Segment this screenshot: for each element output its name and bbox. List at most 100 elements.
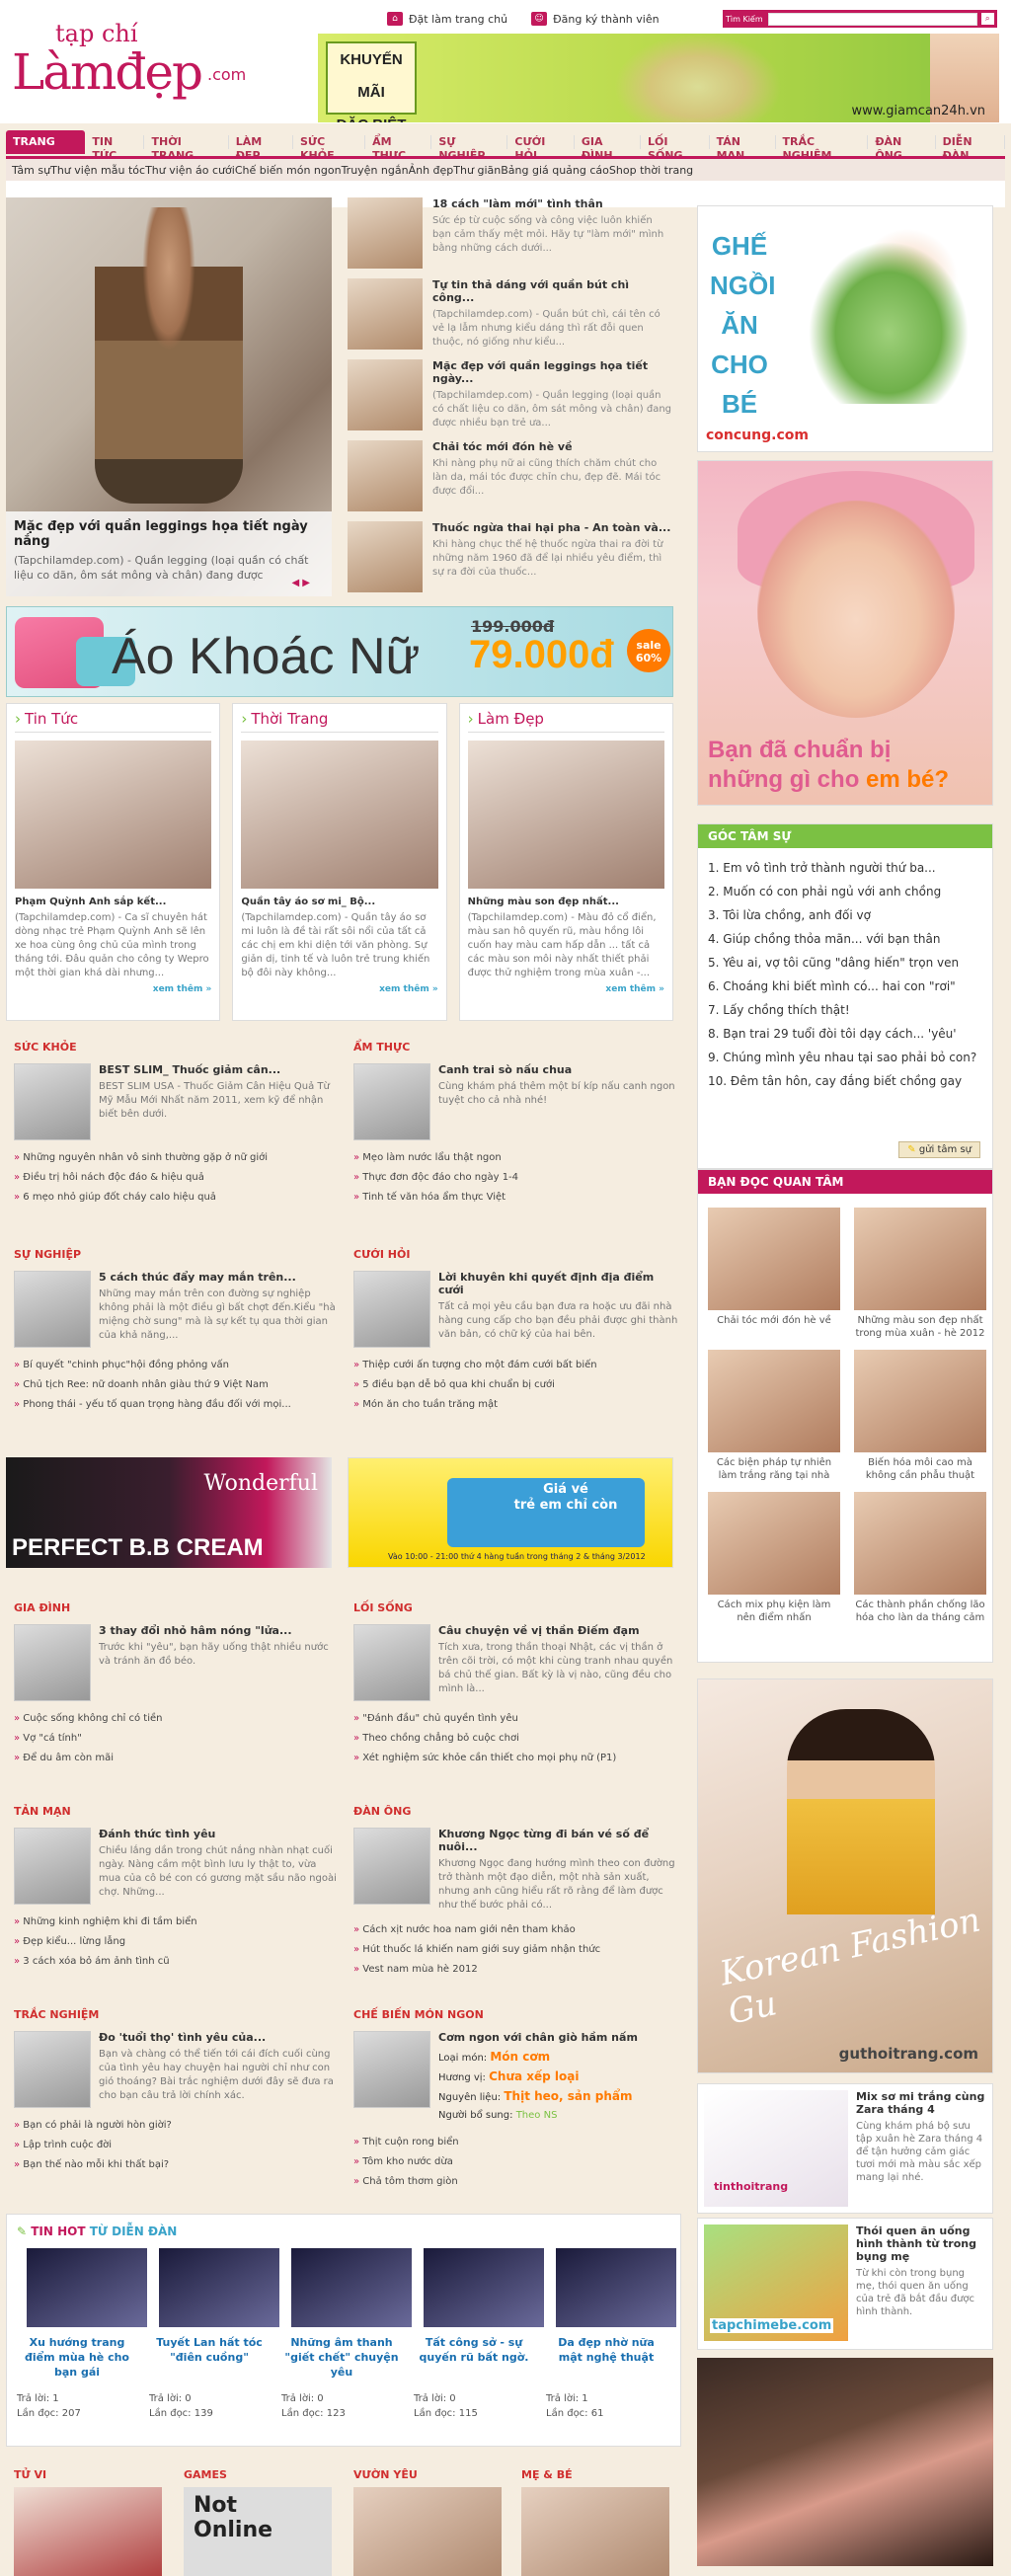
category-link[interactable]: Vợ "cá tính" xyxy=(14,1729,340,1749)
forum-item[interactable]: Xu hướng trang điểm mùa hè cho bạn gái Tr… xyxy=(17,2248,147,2421)
read-more-link[interactable]: xem thêm » xyxy=(468,984,664,994)
reader-interest-item[interactable]: Biến hóa môi cao mà không cần phẫu thuật xyxy=(854,1350,986,1482)
baby-ad[interactable]: Bạn đã chuẩn bị những gì cho em bé? xyxy=(697,460,993,806)
category-heading[interactable]: TẢN MẠN xyxy=(14,1805,340,1818)
category-thumb[interactable] xyxy=(353,1271,430,1348)
confession-link[interactable]: 8. Bạn trai 29 tuổi đòi tôi dạy cách... … xyxy=(708,1022,982,1046)
subnav-link[interactable]: Tâm sự xyxy=(12,164,50,177)
subnav-link[interactable]: Thư viện áo cưới xyxy=(145,164,235,177)
nav-tab[interactable]: LÀM ĐẸP xyxy=(229,135,293,162)
category-thumb[interactable] xyxy=(14,1624,91,1701)
category-thumb[interactable] xyxy=(14,1063,91,1140)
subnav-link[interactable]: Truyện ngắn xyxy=(342,164,409,177)
category-heading[interactable]: ĐÀN ÔNG xyxy=(353,1805,679,1818)
category-heading[interactable]: LỐI SỐNG xyxy=(353,1601,679,1614)
category-thumb[interactable] xyxy=(14,2031,91,2108)
category-card-heading[interactable]: › Tin Tức xyxy=(15,710,212,733)
category-article-title[interactable]: Lời khuyên khi quyết định địa điểm cưới xyxy=(438,1271,679,1296)
promo-mebe[interactable]: tapchimebe.com Thói quen ăn uống hình th… xyxy=(697,2218,993,2350)
subnav-link[interactable]: Bảng giá quảng cáo xyxy=(501,164,609,177)
nav-tab[interactable]: CƯỚI HỎI xyxy=(507,135,575,162)
category-link[interactable]: Món ăn cho tuần trăng mật xyxy=(353,1395,679,1415)
forum-item[interactable]: Những âm thanh "giết chết" chuyện yêu Trả… xyxy=(281,2248,412,2421)
category-heading[interactable]: ẨM THỰC xyxy=(353,1041,679,1054)
category-link[interactable]: Chủ tịch Ree: nữ doanh nhân giàu thứ 9 V… xyxy=(14,1375,340,1395)
featured-article[interactable]: Mặc đẹp với quần leggings họa tiết ngày … xyxy=(6,197,332,596)
category-thumb[interactable] xyxy=(14,1271,91,1348)
category-link[interactable]: Mẹo làm nước lẩu thật ngon xyxy=(353,1148,679,1168)
nav-tab[interactable]: SỰ NGHIỆP xyxy=(431,135,508,162)
subnav-link[interactable]: Ảnh đẹp xyxy=(409,164,454,177)
nav-tab[interactable]: TÁN MẠN xyxy=(710,135,776,162)
category-link[interactable]: Tôm kho nước dừa xyxy=(353,2152,679,2172)
subnav-link[interactable]: Thư giãn xyxy=(453,164,501,177)
news-item[interactable]: Thuốc ngừa thai hại pha - An toàn và... K… xyxy=(348,521,673,600)
category-link[interactable]: Những nguyên nhân vô sinh thường gặp ở n… xyxy=(14,1148,340,1168)
bottom-vuonyeu[interactable]: VƯỜN YÊU xyxy=(353,2468,511,2576)
category-link[interactable]: Bạn thế nào mỗi khi thất bại? xyxy=(14,2155,340,2175)
confession-link[interactable]: 5. Yêu ai, vợ tôi cũng "dâng hiến" trọn … xyxy=(708,951,982,975)
forum-item[interactable]: Tuyết Lan hất tóc "điên cuồng" Trả lời: 0… xyxy=(149,2248,279,2421)
category-card-image[interactable] xyxy=(467,741,664,889)
category-article-title[interactable]: BEST SLIM_ Thuốc giảm cân... xyxy=(99,1063,340,1076)
bottom-games[interactable]: GAMES Not Online xyxy=(184,2468,342,2576)
reader-interest-item[interactable]: Những màu son đẹp nhất trong mùa xuân - … xyxy=(854,1208,986,1340)
category-heading[interactable]: CHẾ BIẾN MÓN NGON xyxy=(353,2008,679,2021)
news-item[interactable]: Chải tóc mới đón hè về Khi nàng phụ nữ ai… xyxy=(348,440,673,519)
category-card-heading[interactable]: › Làm Đẹp xyxy=(467,710,664,733)
category-thumb[interactable] xyxy=(353,1624,430,1701)
category-link[interactable]: Phong thái - yếu tố quan trọng hàng đầu … xyxy=(14,1395,340,1415)
category-thumb[interactable] xyxy=(14,1828,91,1905)
category-article-title[interactable]: Cơm ngon với chân giò hầm nấm xyxy=(438,2031,638,2044)
category-heading[interactable]: TRẮC NGHIỆM xyxy=(14,2008,340,2021)
category-link[interactable]: Để du âm còn mãi xyxy=(14,1749,340,1768)
reader-interest-item[interactable]: Chải tóc mới đón hè về xyxy=(708,1208,840,1340)
category-link[interactable]: Cuộc sống không chỉ có tiền xyxy=(14,1709,340,1729)
category-link[interactable]: Bí quyết "chinh phục"hội đồng phỏng vấn xyxy=(14,1356,340,1375)
send-confession-button[interactable]: ✎ gửi tâm sự xyxy=(898,1141,980,1158)
category-thumb[interactable] xyxy=(353,1828,430,1905)
confession-link[interactable]: 6. Choáng khi biết mình có... hai con "r… xyxy=(708,975,982,998)
confession-link[interactable]: 10. Đêm tân hôn, cay đắng biết chồng gay xyxy=(708,1069,982,1093)
nav-tab[interactable]: TRANG CHỦ xyxy=(6,130,86,172)
reader-interest-item[interactable]: Các biện pháp tự nhiên làm trắng răng tạ… xyxy=(708,1350,840,1482)
category-card-article-title[interactable]: Quần tây áo sơ mi_ Bộ... xyxy=(241,897,437,907)
confession-link[interactable]: 9. Chúng mình yêu nhau tại sao phải bỏ c… xyxy=(708,1046,982,1069)
category-link[interactable]: Hút thuốc lá khiến nam giới suy giảm nhậ… xyxy=(353,1940,679,1960)
category-link[interactable]: Cách xịt nước hoa nam giới nên tham khảo xyxy=(353,1920,679,1940)
nav-tab[interactable]: ĐÀN ÔNG xyxy=(868,135,936,162)
category-link[interactable]: Theo chồng chẳng bỏ cuộc chơi xyxy=(353,1729,679,1749)
category-card-image[interactable] xyxy=(15,741,212,889)
bbcream-banner-ad[interactable]: Wonderful PERFECT B.B CREAM xyxy=(6,1457,332,1568)
nav-tab[interactable]: TRẮC NGHIỆM xyxy=(776,135,869,162)
nav-tab[interactable]: TIN TỨC xyxy=(85,135,145,162)
confession-link[interactable]: 3. Tôi lừa chồng, anh đối vợ xyxy=(708,903,982,927)
category-heading[interactable]: CƯỚI HỎI xyxy=(353,1248,679,1261)
category-card-image[interactable] xyxy=(241,741,438,889)
category-link[interactable]: 3 cách xóa bỏ ám ảnh tình cũ xyxy=(14,1952,340,1972)
subnav-link[interactable]: Shop thời trang xyxy=(609,164,693,177)
read-more-link[interactable]: xem thêm » xyxy=(15,984,212,994)
site-logo[interactable]: tạp chí Làmđẹp .com xyxy=(12,18,259,101)
nav-tab[interactable]: SỨC KHỎE xyxy=(293,135,366,162)
bottom-mebe[interactable]: MẸ & BÉ xyxy=(521,2468,679,2576)
confession-link[interactable]: 2. Muốn có con phải ngủ với anh chồng xyxy=(708,880,982,903)
category-link[interactable]: Lập trình cuộc đời xyxy=(14,2136,340,2155)
register-link[interactable]: ☺ Đăng ký thành viên xyxy=(531,12,660,26)
category-article-title[interactable]: Đánh thức tình yêu xyxy=(99,1828,340,1840)
category-link[interactable]: Thịt cuộn rong biển xyxy=(353,2133,679,2152)
category-link[interactable]: Những kinh nghiệm khi đi tầm biển xyxy=(14,1912,340,1932)
bottom-tuvi[interactable]: TỬ VI xyxy=(14,2468,172,2576)
slider-arrows[interactable]: ◀ ▶ xyxy=(291,578,310,588)
subnav-link[interactable]: Thư viện mẫu tóc xyxy=(50,164,145,177)
news-item[interactable]: Tự tin thả dáng với quần bút chì công...… xyxy=(348,278,673,357)
category-article-title[interactable]: Khương Ngọc từng đi bán vé số để nuôi... xyxy=(438,1828,679,1853)
search-button[interactable]: ⌕ xyxy=(980,13,994,25)
category-card-article-title[interactable]: Phạm Quỳnh Anh sắp kết... xyxy=(15,897,211,907)
category-article-title[interactable]: 5 cách thúc đẩy may mắn trên... xyxy=(99,1271,340,1284)
category-link[interactable]: Xét nghiệm sức khỏe cần thiết cho mọi ph… xyxy=(353,1749,679,1768)
kids-ticket-banner-ad[interactable]: Giá vé trẻ em chỉ còn Vào 10:00 - 21:00 t… xyxy=(348,1457,673,1568)
read-more-link[interactable]: xem thêm » xyxy=(241,984,438,994)
category-link[interactable]: Điều trị hôi nách độc đáo & hiệu quả xyxy=(14,1168,340,1188)
korean-fashion-ad[interactable]: Korean Fashion Gu guthoitrang.com xyxy=(697,1678,993,2073)
